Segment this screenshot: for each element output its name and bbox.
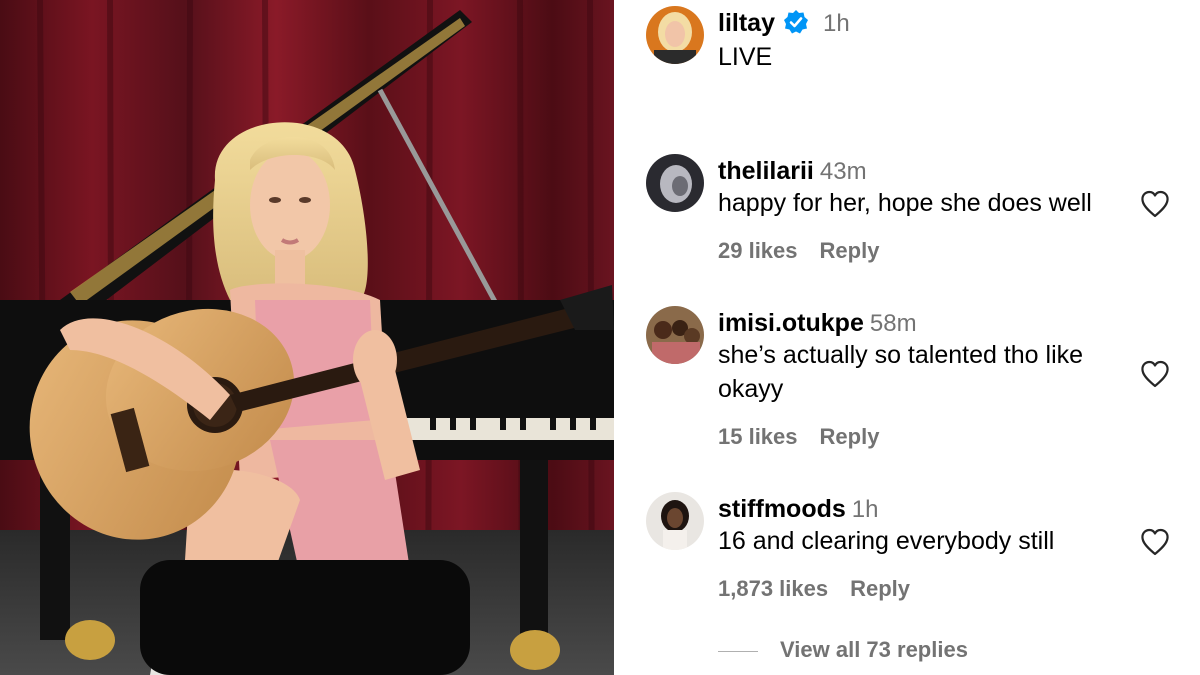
comment-time: 43m — [819, 158, 867, 185]
comment-time: 1h — [851, 496, 879, 523]
view-all-replies-button[interactable]: View all 73 replies — [718, 637, 968, 663]
comment-time: 58m — [869, 310, 917, 337]
reply-button[interactable]: Reply — [820, 424, 880, 449]
heart-outline-icon[interactable] — [1140, 360, 1170, 388]
comment-text: she’s actually so talented tho like — [718, 341, 1084, 369]
comment-actions: 1,873 likes Reply — [718, 576, 910, 602]
heart-outline-icon[interactable] — [1140, 190, 1170, 218]
comment-text: 16 and clearing everybody still — [718, 527, 1055, 555]
comment-header: stiffmoods 1h — [718, 492, 878, 527]
comment-likes[interactable]: 15 likes — [718, 424, 798, 449]
author-username[interactable]: liltay — [718, 9, 775, 37]
post-media[interactable] — [0, 0, 614, 675]
comment-likes[interactable]: 1,873 likes — [718, 576, 828, 601]
comment-username[interactable]: stiffmoods — [718, 495, 846, 523]
post-photo — [0, 0, 614, 675]
comments-panel: liltay 1h LIVE thelilarii 43m happy for he… — [614, 0, 1200, 675]
post-header: liltay 1h — [718, 6, 850, 41]
comment-text-continued: okayy — [718, 375, 784, 403]
commenter-avatar-imisi-otukpe[interactable] — [646, 306, 704, 364]
comment-text: happy for her, hope she does well — [718, 189, 1092, 217]
verified-badge-icon — [783, 9, 809, 35]
replies-divider — [718, 650, 758, 652]
author-avatar[interactable] — [646, 6, 704, 64]
comment-username[interactable]: thelilarii — [718, 157, 814, 185]
comment-actions: 29 likes Reply — [718, 238, 879, 264]
reply-button[interactable]: Reply — [850, 576, 910, 601]
reply-button[interactable]: Reply — [820, 238, 880, 263]
commenter-avatar-stiffmoods[interactable] — [646, 492, 704, 550]
comment-header: imisi.otukpe 58m — [718, 306, 917, 341]
post-caption: LIVE — [718, 43, 773, 71]
commenter-avatar-thelilarii[interactable] — [646, 154, 704, 212]
comment-actions: 15 likes Reply — [718, 424, 879, 450]
comment-likes[interactable]: 29 likes — [718, 238, 798, 263]
heart-outline-icon[interactable] — [1140, 528, 1170, 556]
post-time: 1h — [822, 10, 850, 37]
comment-header: thelilarii 43m — [718, 154, 867, 189]
view-all-replies-label: View all 73 replies — [780, 637, 968, 662]
comment-username[interactable]: imisi.otukpe — [718, 309, 864, 337]
